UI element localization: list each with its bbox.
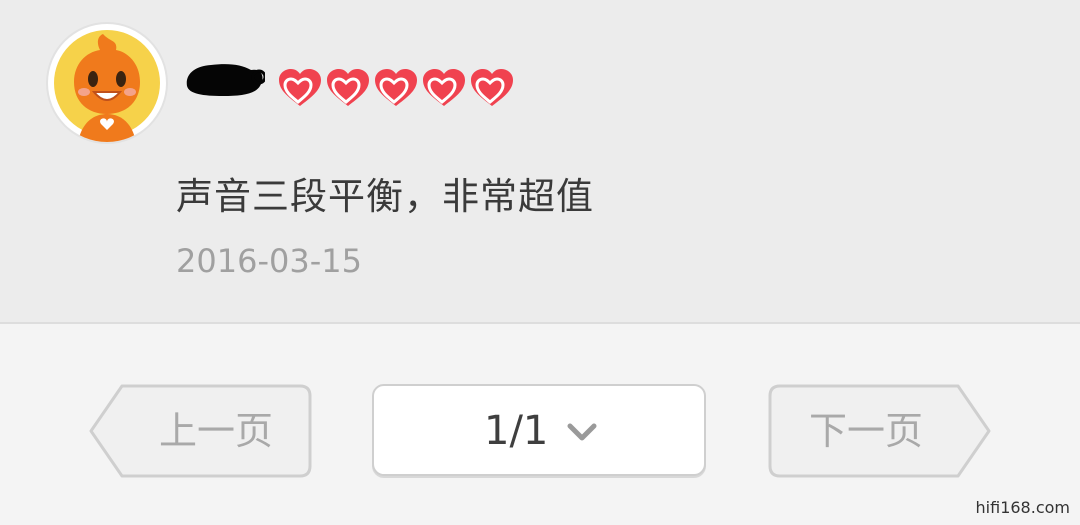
review-item: 声音三段平衡，非常超值 2016-03-15 (0, 0, 1080, 324)
heart-icon (327, 69, 369, 106)
review-date: 2016-03-15 (176, 242, 362, 280)
prev-page-button[interactable]: 上一页 (88, 384, 314, 478)
avatar[interactable] (48, 24, 166, 142)
review-text: 声音三段平衡，非常超值 (176, 175, 594, 218)
prev-page-label: 上一页 (158, 409, 273, 453)
redacted-username (186, 64, 265, 96)
heart-icon (375, 69, 417, 106)
next-page-label: 下一页 (808, 409, 923, 453)
rating-hearts (276, 66, 516, 112)
watermark: hifi168.com (975, 498, 1070, 517)
chevron-down-icon (567, 423, 597, 441)
heart-icon (423, 69, 465, 106)
mascot-avatar-icon (54, 30, 160, 142)
next-page-button[interactable]: 下一页 (766, 384, 992, 478)
heart-icon (279, 69, 321, 106)
page-indicator: 1/1 (484, 408, 549, 454)
heart-icon (471, 69, 513, 106)
page-select[interactable]: 1/1 (372, 384, 706, 476)
